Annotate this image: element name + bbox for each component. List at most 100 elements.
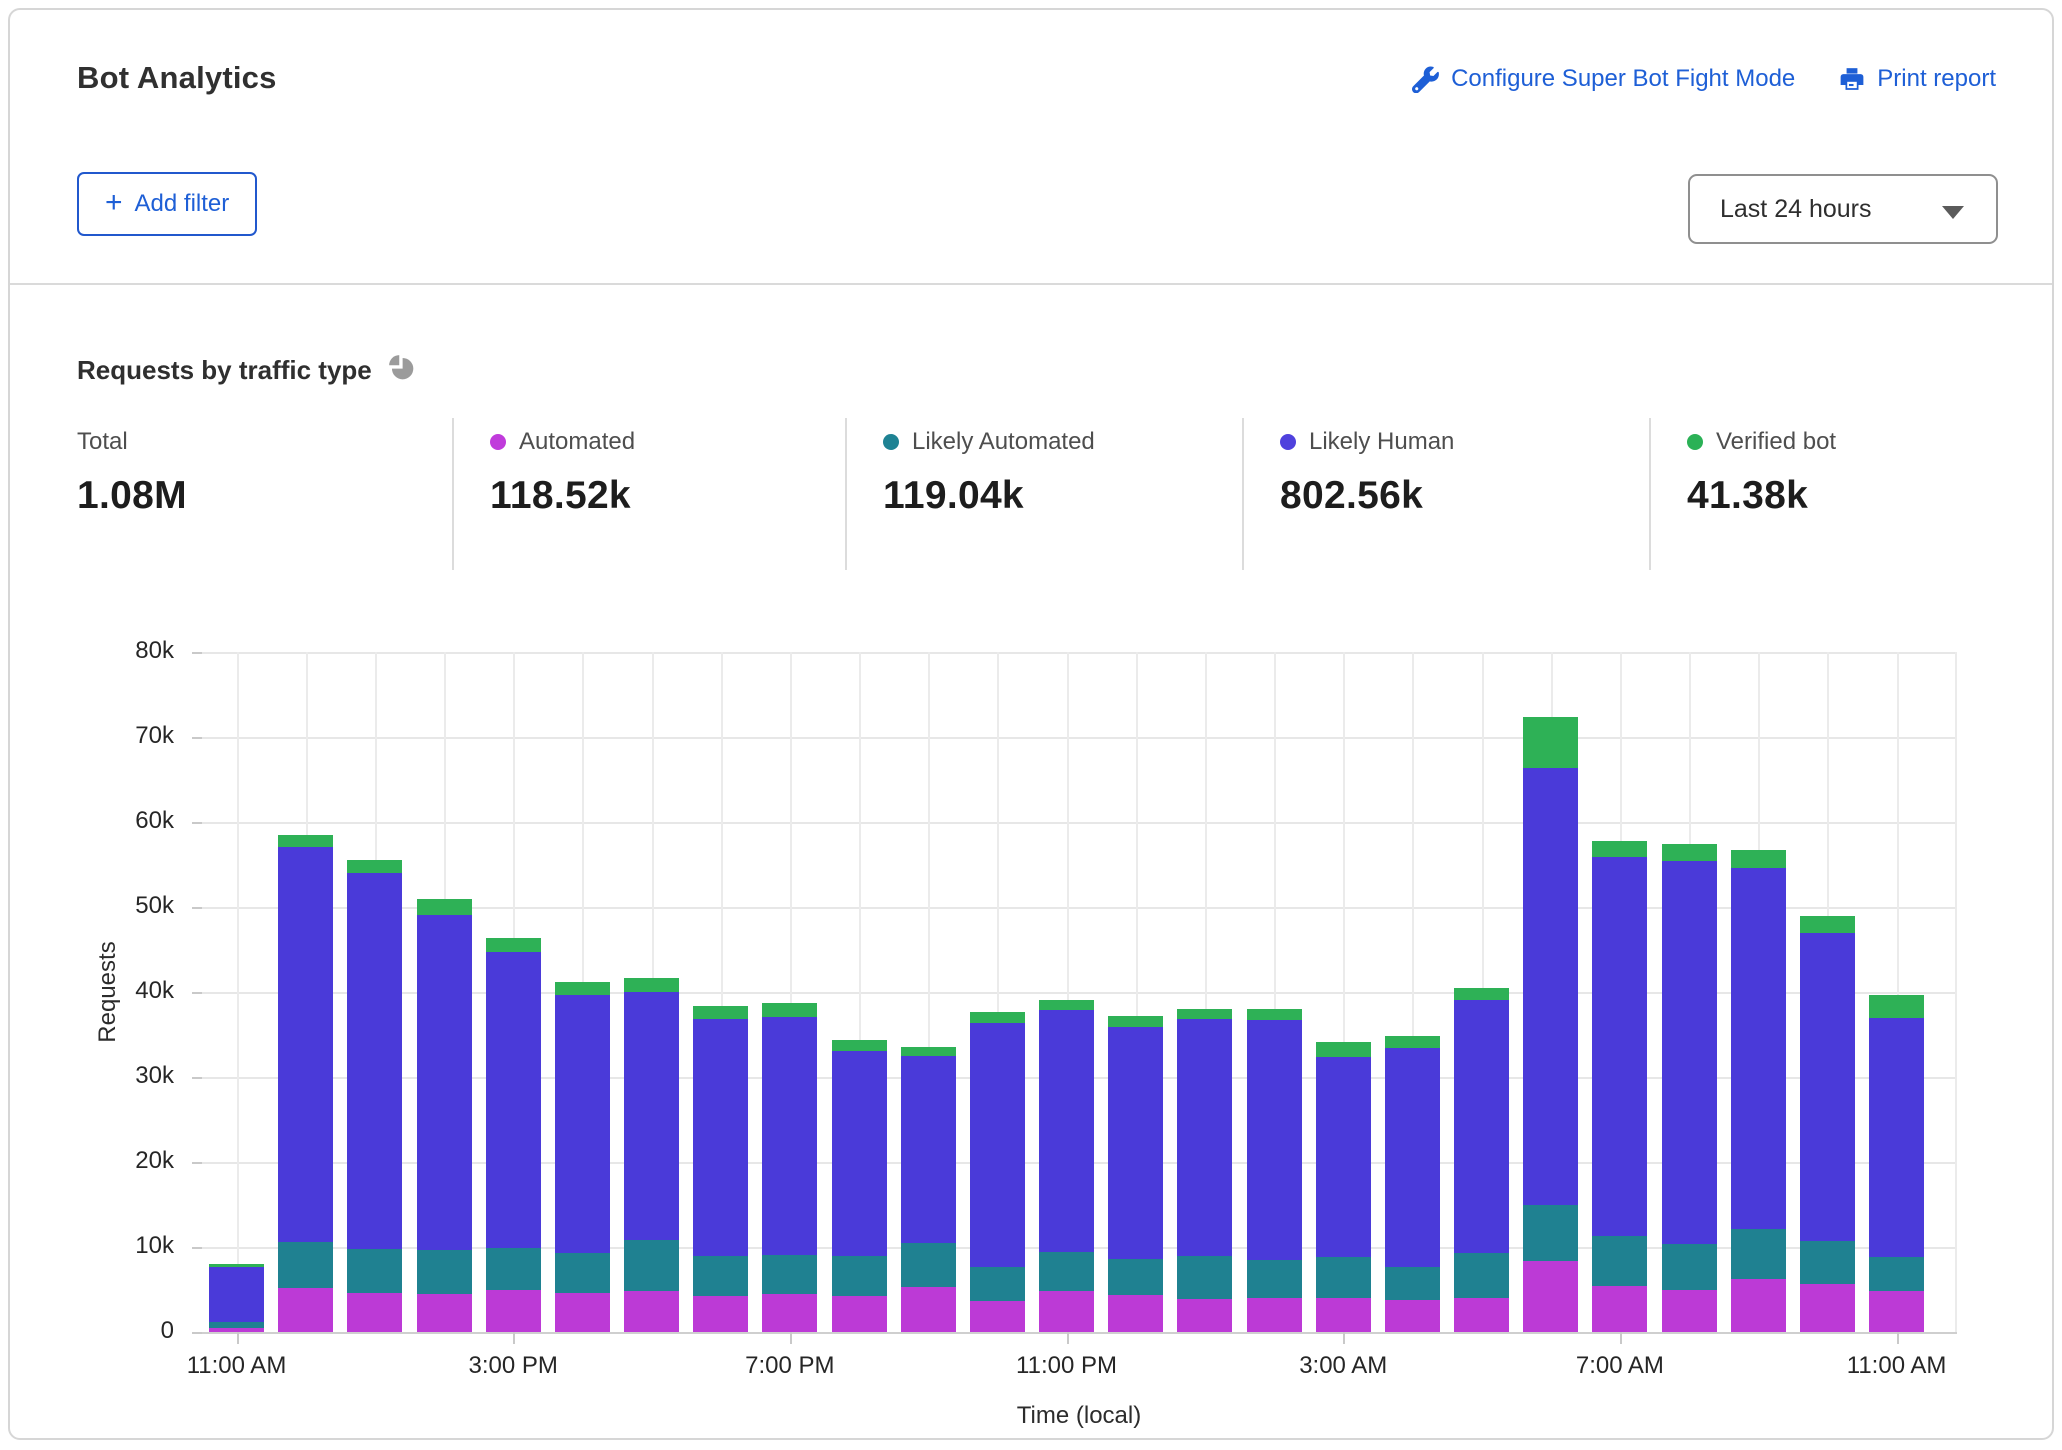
bar-group[interactable] (1385, 1036, 1440, 1332)
bar-segment-automated (1177, 1299, 1232, 1332)
configure-super-bot-fight-mode-link[interactable]: Configure Super Bot Fight Mode (1412, 65, 1795, 93)
bar-group[interactable] (209, 1264, 264, 1332)
bar-group[interactable] (1731, 850, 1786, 1332)
bar-segment-verified-bot (1731, 850, 1786, 868)
chart-plot (202, 652, 1957, 1332)
x-tick-mark (1897, 1332, 1899, 1344)
bar-group[interactable] (1523, 717, 1578, 1332)
bar-segment-verified-bot (278, 835, 333, 847)
x-tick-label: 3:00 PM (403, 1352, 623, 1380)
bar-segment-likely-automated (1523, 1205, 1578, 1262)
section-title: Requests by traffic type (77, 355, 372, 386)
y-tick-label: 20k (64, 1147, 174, 1175)
bar-group[interactable] (901, 1047, 956, 1332)
print-report-link[interactable]: Print report (1839, 65, 1996, 93)
bar-group[interactable] (347, 860, 402, 1332)
time-range-dropdown[interactable]: Last 24 hours (1688, 174, 1998, 244)
bar-group[interactable] (1039, 1000, 1094, 1332)
bar-segment-automated (832, 1296, 887, 1332)
stat-automated-value: 118.52k (490, 474, 845, 518)
print-link-label: Print report (1877, 65, 1996, 93)
bar-segment-verified-bot (347, 860, 402, 873)
header-links: Configure Super Bot Fight Mode Print rep… (1412, 65, 1996, 93)
bar-group[interactable] (278, 835, 333, 1332)
bar-segment-likely-automated (901, 1243, 956, 1287)
bar-segment-automated (970, 1301, 1025, 1332)
bar-segment-likely-human (1108, 1027, 1163, 1259)
pie-chart-icon (388, 354, 415, 386)
plus-icon: + (105, 188, 123, 218)
y-tick-label: 10k (64, 1232, 174, 1260)
bot-analytics-card: Bot Analytics Configure Super Bot Fight … (8, 8, 2054, 1440)
bar-group[interactable] (1247, 1009, 1302, 1332)
bar-segment-likely-automated (1731, 1229, 1786, 1279)
x-tick-label: 7:00 AM (1510, 1352, 1730, 1380)
bar-segment-likely-automated (1385, 1267, 1440, 1300)
stat-likely-automated-label: Likely Automated (912, 428, 1095, 456)
time-range-value: Last 24 hours (1720, 195, 1872, 224)
add-filter-button[interactable]: + Add filter (77, 172, 257, 236)
bar-segment-likely-human (347, 873, 402, 1249)
bar-segment-automated (1869, 1291, 1924, 1332)
h-gridline (202, 1332, 1957, 1334)
bar-segment-automated (1523, 1261, 1578, 1332)
bar-group[interactable] (555, 982, 610, 1332)
bar-segment-likely-automated (624, 1240, 679, 1291)
x-tick-label: 11:00 AM (1787, 1352, 2007, 1380)
y-tick-mark (192, 1332, 202, 1334)
bar-segment-automated (1385, 1300, 1440, 1332)
likely-automated-legend-dot (883, 434, 899, 450)
bar-group[interactable] (1662, 844, 1717, 1332)
page-title: Bot Analytics (77, 60, 277, 96)
bar-group[interactable] (1800, 916, 1855, 1332)
bar-segment-verified-bot (901, 1047, 956, 1056)
stats-row: Total 1.08M Automated 118.52k Likely Aut… (77, 418, 2007, 570)
stat-total-value: 1.08M (77, 474, 452, 518)
h-gridline (202, 737, 1957, 739)
bar-segment-likely-human (486, 952, 541, 1248)
bar-segment-likely-automated (1662, 1244, 1717, 1289)
y-tick-mark (192, 907, 202, 909)
bar-group[interactable] (486, 938, 541, 1332)
bar-segment-verified-bot (1592, 841, 1647, 857)
bar-segment-verified-bot (1385, 1036, 1440, 1047)
stat-verified-bot-value: 41.38k (1687, 474, 2007, 518)
bar-segment-verified-bot (555, 982, 610, 995)
bar-segment-automated (901, 1287, 956, 1332)
bar-group[interactable] (1454, 988, 1509, 1332)
v-gridline (1955, 652, 1957, 1332)
bar-segment-verified-bot (1108, 1016, 1163, 1027)
bar-segment-likely-human (1247, 1020, 1302, 1260)
section-title-row: Requests by traffic type (77, 354, 415, 386)
bar-group[interactable] (1177, 1009, 1232, 1332)
bar-segment-automated (1800, 1284, 1855, 1332)
bar-group[interactable] (417, 899, 472, 1332)
bar-group[interactable] (1108, 1016, 1163, 1332)
bar-group[interactable] (1316, 1042, 1371, 1332)
bar-segment-verified-bot (1869, 995, 1924, 1018)
stat-verified-bot-label: Verified bot (1716, 428, 1836, 456)
bar-segment-likely-human (970, 1023, 1025, 1267)
bar-segment-automated (1731, 1279, 1786, 1332)
y-tick-label: 50k (64, 892, 174, 920)
y-tick-label: 0 (64, 1317, 174, 1345)
bar-group[interactable] (1592, 841, 1647, 1332)
bar-segment-likely-automated (347, 1249, 402, 1293)
bar-group[interactable] (832, 1040, 887, 1332)
y-tick-mark (192, 822, 202, 824)
bar-segment-likely-automated (278, 1242, 333, 1288)
bar-group[interactable] (970, 1012, 1025, 1332)
bar-group[interactable] (762, 1003, 817, 1332)
bar-group[interactable] (624, 978, 679, 1332)
bar-group[interactable] (1869, 995, 1924, 1332)
bar-group[interactable] (693, 1006, 748, 1332)
bar-segment-likely-automated (486, 1248, 541, 1290)
chevron-down-icon (1942, 206, 1964, 219)
x-tick-mark (1067, 1332, 1069, 1344)
bar-segment-verified-bot (1454, 988, 1509, 1000)
bar-segment-likely-human (1039, 1010, 1094, 1252)
bar-segment-likely-human (693, 1019, 748, 1256)
bar-segment-likely-human (555, 995, 610, 1253)
add-filter-label: Add filter (135, 190, 230, 218)
bar-segment-likely-human (1592, 857, 1647, 1237)
